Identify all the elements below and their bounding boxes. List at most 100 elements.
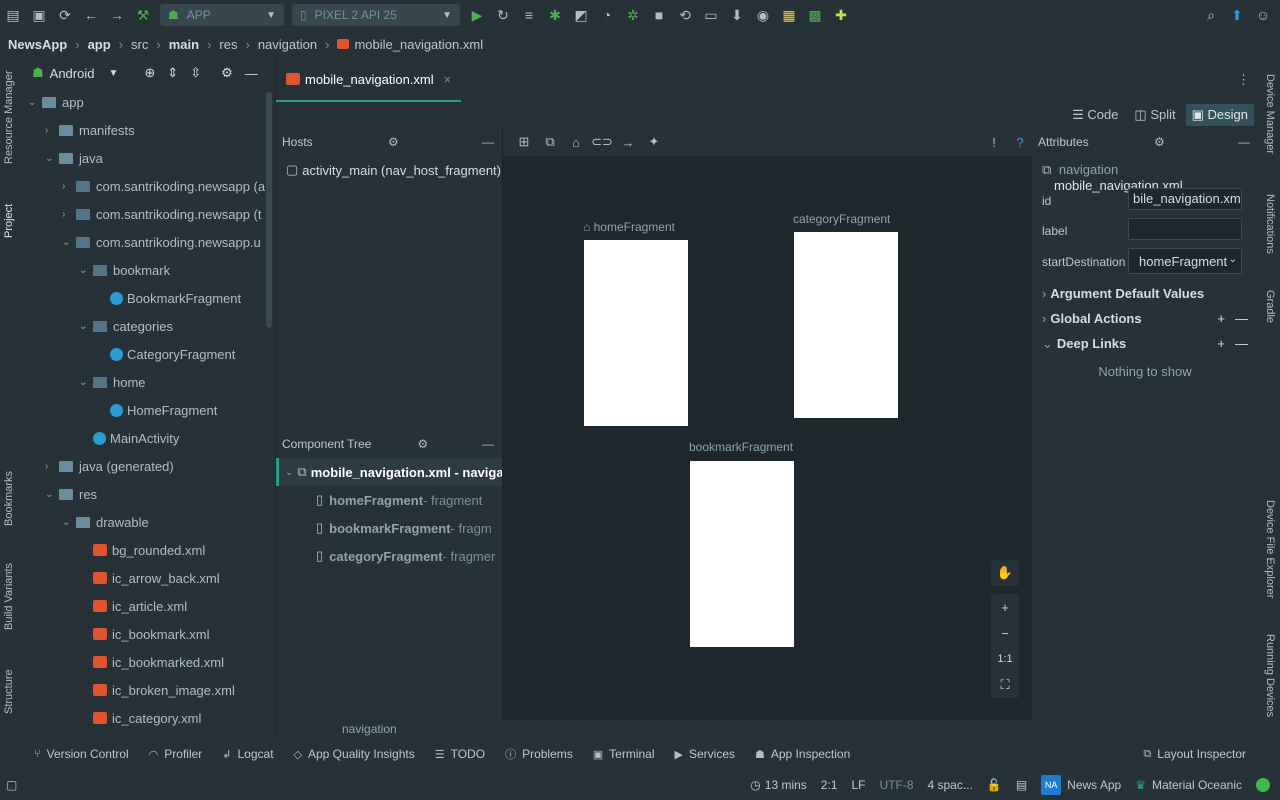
minimize-icon[interactable]: — [1238, 135, 1250, 149]
component-tree-item[interactable]: ▯ homeFragment - fragment [276, 486, 502, 514]
status-project[interactable]: News App [1067, 778, 1121, 792]
tool-version-control[interactable]: ⑂ Version Control [34, 747, 129, 761]
tree-item[interactable]: ic_broken_image.xml [79, 676, 235, 704]
tree-item[interactable]: › com.santrikoding.newsapp (t [62, 200, 261, 228]
chevron-down-icon[interactable]: ⌄ [62, 517, 76, 528]
tree-item[interactable]: bg_rounded.xml [79, 536, 205, 564]
breadcrumb-module[interactable]: app [88, 37, 111, 52]
component-tree-item[interactable]: ▯ bookmarkFragment - fragm [276, 514, 502, 542]
tab-running-devices[interactable]: Running Devices [1264, 634, 1276, 717]
back-icon[interactable]: ← [78, 2, 104, 28]
status-encoding[interactable]: UTF-8 [880, 778, 914, 792]
chevron-down-icon[interactable]: ⌄ [45, 153, 59, 164]
tree-item[interactable]: ⌄ res [45, 480, 97, 508]
status-theme[interactable]: Material Oceanic [1152, 778, 1242, 792]
layout-inspector-icon[interactable]: ▦ [776, 2, 802, 28]
tree-item[interactable]: HomeFragment [96, 396, 217, 424]
sdk-manager-icon[interactable]: ⬇ [724, 2, 750, 28]
breadcrumb-main[interactable]: main [169, 37, 199, 52]
tool-todo[interactable]: ☰ TODO [435, 747, 485, 761]
help-icon[interactable]: ? [1007, 135, 1033, 150]
run-icon[interactable]: ▶ [464, 2, 490, 28]
record-icon[interactable]: ◉ [750, 2, 776, 28]
status-indent[interactable]: 4 spac... [928, 778, 973, 792]
minimize-icon[interactable]: — [482, 135, 494, 149]
lock-icon[interactable]: 🔓 [987, 778, 1002, 792]
home-icon[interactable]: ⌂ [563, 135, 589, 150]
chevron-down-icon[interactable]: ⌄ [28, 97, 42, 108]
tree-item[interactable]: ic_bookmarked.xml [79, 648, 224, 676]
chevron-down-icon[interactable]: ⌄ [79, 377, 93, 388]
apply-code-icon[interactable]: ≡ [516, 2, 542, 28]
mode-split[interactable]: ◫ Split [1128, 104, 1181, 126]
tree-item[interactable]: › java (generated) [45, 452, 174, 480]
fit-screen-icon[interactable]: ⛶ [1000, 672, 1009, 698]
arrow-right-icon[interactable]: → [615, 135, 641, 150]
chevron-down-icon[interactable]: ⌄ [45, 489, 59, 500]
gear-icon[interactable]: ⚙ [417, 437, 428, 451]
breadcrumb-file[interactable]: mobile_navigation.xml [354, 37, 483, 52]
add-icon[interactable]: + [1217, 336, 1225, 351]
forward-icon[interactable]: → [104, 2, 130, 28]
link-icon[interactable]: ⊂⊃ [589, 134, 615, 150]
sync-icon[interactable]: ⟳ [52, 2, 78, 28]
nested-graph-icon[interactable]: ⧉ [537, 134, 563, 150]
tool-problems[interactable]: ⓘ Problems [505, 746, 573, 762]
component-tree-root[interactable]: ⌄ ⧉ mobile_navigation.xml - naviga [276, 458, 502, 486]
remove-icon[interactable]: — [1235, 311, 1248, 326]
tab-bookmarks[interactable]: Bookmarks [3, 471, 15, 526]
tree-item[interactable]: BookmarkFragment [96, 284, 241, 312]
tree-item[interactable]: ⌄ home [79, 368, 146, 396]
host-item[interactable]: ▢ activity_main (nav_host_fragment) [276, 156, 502, 184]
zoom-actual-button[interactable]: 1:1 [997, 646, 1012, 672]
tool-logcat[interactable]: ↲ Logcat [222, 747, 273, 761]
more-icon[interactable]: ⋮ [1237, 72, 1250, 88]
minimize-icon[interactable]: — [482, 437, 494, 451]
tree-item[interactable]: ic_arrow_back.xml [79, 564, 220, 592]
tool-app-inspection[interactable]: ☗ App Inspection [755, 747, 850, 761]
tree-item[interactable]: ⌄ drawable [62, 508, 149, 536]
locate-icon[interactable]: ⊕ [144, 65, 155, 81]
profile-icon[interactable]: ◔ [594, 2, 620, 28]
tree-item[interactable]: › com.santrikoding.newsapp (a [62, 172, 265, 200]
device-mirror-icon[interactable]: ▩ [802, 2, 828, 28]
tab-gradle[interactable]: Gradle [1264, 290, 1276, 323]
breadcrumb-res[interactable]: res [219, 37, 237, 52]
tab-structure[interactable]: Structure [3, 669, 15, 714]
gear-icon[interactable]: ⚙ [388, 135, 399, 149]
tree-item[interactable]: › manifests [45, 116, 135, 144]
tree-item[interactable]: CategoryFragment [96, 340, 235, 368]
status-time[interactable]: 13 mins [765, 778, 807, 792]
tree-item[interactable]: ⌄ categories [79, 312, 173, 340]
tool-profiler[interactable]: ◠ Profiler [149, 747, 203, 761]
run-config-select[interactable]: ☗ APP ▼ [160, 4, 284, 26]
tool-layout-inspector[interactable]: ⧉ Layout Inspector [1143, 747, 1246, 761]
collapse-all-icon[interactable]: ⇳ [190, 65, 201, 81]
toggle-panels-icon[interactable]: ▢ [6, 778, 17, 792]
pan-tool[interactable]: ✋ [991, 560, 1019, 586]
id-field[interactable]: bile_navigation.xml [1128, 188, 1242, 210]
bookmark-fragment-preview[interactable] [690, 461, 794, 647]
zoom-in-button[interactable]: + [1001, 594, 1009, 620]
close-icon[interactable]: × [444, 72, 452, 87]
chevron-down-icon[interactable]: ⌄ [79, 265, 93, 276]
navigation-canvas[interactable]: ⊞ ⧉ ⌂ ⊂⊃ → ✦ ! ? ⌂ homeFragment category… [502, 128, 1033, 720]
tree-item[interactable]: ic_bookmark.xml [79, 620, 210, 648]
chevron-right-icon[interactable]: › [45, 125, 59, 136]
gradle-sync-icon[interactable]: ⟲ [672, 2, 698, 28]
stop-icon[interactable]: ■ [646, 2, 672, 28]
breadcrumb-project[interactable]: NewsApp [8, 37, 67, 52]
tab-resource-manager[interactable]: Resource Manager [3, 70, 15, 164]
new-destination-icon[interactable]: ⊞ [511, 134, 537, 150]
debug-icon[interactable]: ✱ [542, 2, 568, 28]
home-fragment-preview[interactable] [584, 240, 688, 426]
plugin-icon[interactable]: ✚ [828, 2, 854, 28]
attach-debugger-icon[interactable]: ✲ [620, 2, 646, 28]
tree-scrollbar[interactable] [266, 92, 272, 328]
gear-icon[interactable]: ⚙ [1154, 135, 1165, 149]
tab-project[interactable]: Project [3, 204, 15, 238]
status-position[interactable]: 2:1 [821, 778, 838, 792]
chevron-right-icon[interactable]: › [62, 209, 76, 220]
hand-icon[interactable]: ✋ [997, 560, 1013, 586]
auto-arrange-icon[interactable]: ✦ [641, 134, 667, 150]
